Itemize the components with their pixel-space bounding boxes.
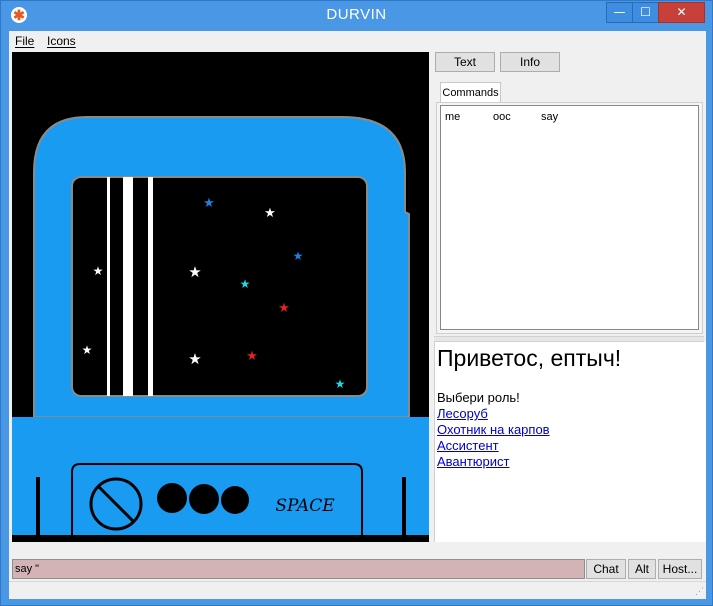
command-item[interactable]: ooc	[493, 111, 511, 123]
info-prompt: Выбери роль!	[437, 390, 520, 405]
star-blue: ★	[203, 195, 215, 210]
console-button[interactable]	[189, 484, 219, 514]
tab-commands[interactable]: Commands	[440, 82, 501, 103]
floor-edge	[12, 535, 429, 542]
info-browser: Приветос, ептыч! Выбери роль! Лесоруб Ох…	[434, 342, 706, 542]
info-heading: Приветос, ептыч!	[437, 345, 622, 371]
command-item[interactable]: say	[541, 111, 558, 123]
command-input[interactable]	[12, 559, 585, 579]
menu-icons[interactable]: Icons	[47, 34, 76, 48]
window-stripe	[123, 177, 133, 396]
console-button[interactable]	[221, 486, 249, 514]
star-red: ★	[278, 300, 290, 315]
app-window: ✱ DURVIN — ☐ ✕ File Icons ★ ★ ★ ★ ★ ★ ★ …	[0, 0, 713, 606]
text-button[interactable]: Text	[435, 52, 495, 72]
star-red: ★	[246, 348, 258, 363]
floor-post	[402, 477, 406, 537]
star-white: ★	[188, 264, 201, 281]
command-item[interactable]: me	[445, 111, 460, 123]
resize-grip-icon[interactable]: ⋰	[695, 586, 704, 597]
game-viewport[interactable]: ★ ★ ★ ★ ★ ★ ★ ★ ★ ★ ★ SPACE	[12, 52, 429, 542]
star-white: ★	[264, 205, 276, 220]
window-stripe	[107, 177, 110, 396]
chat-button[interactable]: Chat	[586, 559, 626, 579]
role-link-lumberjack[interactable]: Лесоруб	[437, 406, 488, 421]
commands-list[interactable]: me ooc say	[440, 105, 699, 330]
game-map[interactable]: ★ ★ ★ ★ ★ ★ ★ ★ ★ ★ ★ SPACE	[12, 52, 429, 542]
maximize-button[interactable]: ☐	[632, 2, 659, 23]
menu-file[interactable]: File	[15, 34, 34, 48]
star-blue: ★	[293, 249, 304, 263]
space-label: SPACE	[275, 496, 335, 516]
info-button[interactable]: Info	[500, 52, 560, 72]
floor-post	[36, 477, 40, 537]
alt-button[interactable]: Alt	[628, 559, 656, 579]
star-cyan: ★	[335, 377, 346, 391]
star-white: ★	[82, 343, 93, 357]
commands-panel: me ooc say	[436, 102, 703, 334]
title-bar[interactable]: ✱ DURVIN — ☐ ✕	[1, 1, 712, 31]
star-cyan: ★	[240, 277, 251, 291]
shuttle-window	[71, 176, 368, 397]
shuttle-floor	[12, 417, 429, 542]
client-area: File Icons ★ ★ ★ ★ ★ ★ ★ ★ ★ ★ ★ SPACE T…	[9, 31, 706, 599]
menu-bar: File Icons	[9, 31, 706, 51]
role-link-assistant[interactable]: Ассистент	[437, 438, 499, 453]
star-white: ★	[93, 264, 104, 278]
status-bar: ⋰	[9, 581, 706, 599]
host-button[interactable]: Host...	[658, 559, 702, 579]
star-white: ★	[188, 351, 201, 368]
close-button[interactable]: ✕	[658, 2, 705, 23]
role-link-adventurer[interactable]: Авантюрист	[437, 454, 510, 469]
minimize-button[interactable]: —	[606, 2, 633, 23]
role-link-carp-hunter[interactable]: Охотник на карпов	[437, 422, 550, 437]
window-stripe	[148, 177, 153, 396]
console-button[interactable]	[157, 483, 187, 513]
